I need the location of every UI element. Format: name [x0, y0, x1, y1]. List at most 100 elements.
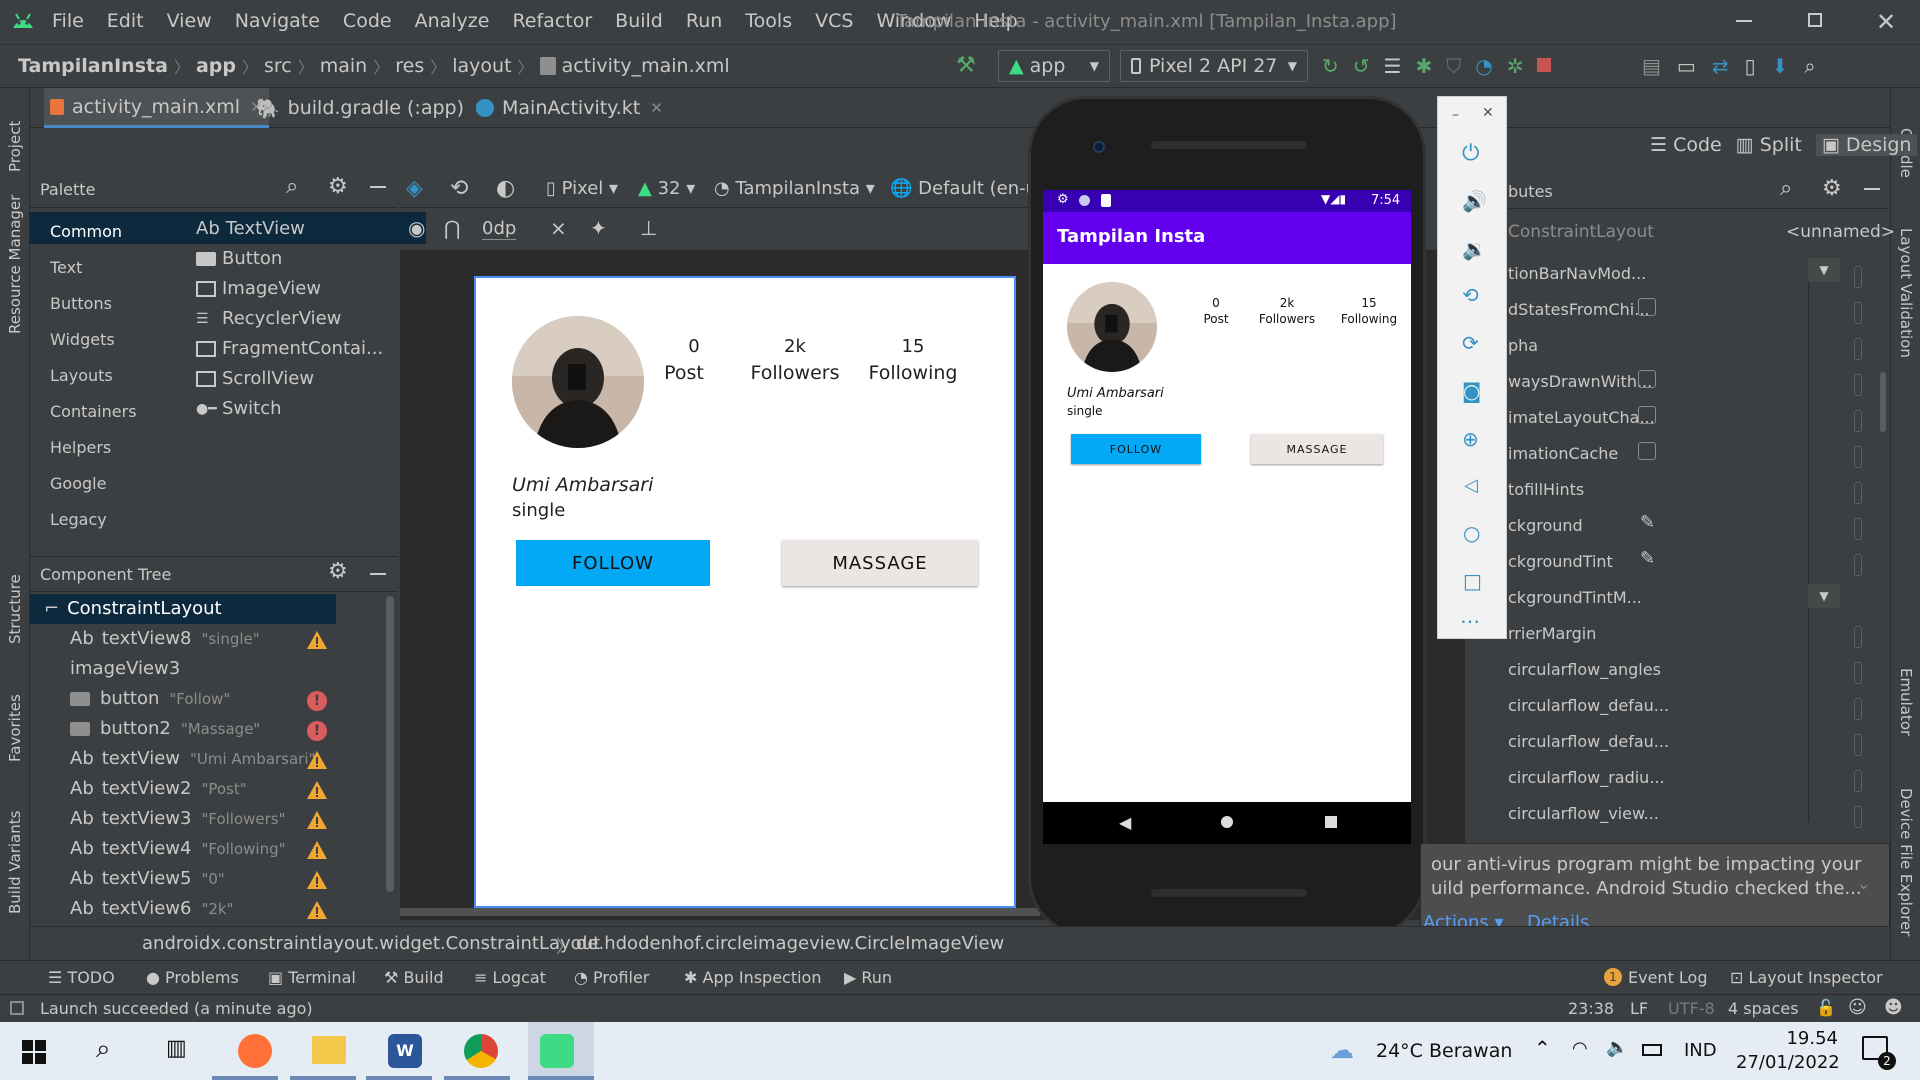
- palette-category-legacy[interactable]: Legacy: [50, 510, 107, 529]
- tool-problems[interactable]: ● Problems: [146, 968, 239, 987]
- toggle-tool-windows-icon[interactable]: [10, 1001, 24, 1015]
- follow-button[interactable]: FOLLOW: [1071, 434, 1201, 464]
- menu-vcs[interactable]: VCS: [815, 10, 853, 32]
- lock-icon[interactable]: 🔓: [1816, 998, 1836, 1017]
- indent-setting[interactable]: 4 spaces: [1728, 999, 1799, 1018]
- tab-mainactivity[interactable]: MainActivity.kt ✕: [476, 88, 663, 128]
- design-view-button[interactable]: ▣ Design: [1815, 134, 1918, 156]
- attr-row[interactable]: circularflow_angles: [1508, 660, 1661, 679]
- warning-icon[interactable]: [306, 810, 328, 830]
- attr-reference-button[interactable]: [1854, 518, 1862, 540]
- eyedropper-icon[interactable]: ✎: [1640, 512, 1655, 533]
- warning-icon[interactable]: [306, 900, 328, 920]
- volume-up-icon[interactable]: 🔊: [1462, 189, 1487, 213]
- module-selector[interactable]: ▲ app ▼: [998, 50, 1110, 82]
- palette-item-recyclerview[interactable]: ☰ RecyclerView: [196, 308, 341, 329]
- infer-constraints-icon[interactable]: ✦: [590, 216, 607, 240]
- word-icon[interactable]: W: [388, 1034, 422, 1068]
- hide-panel-icon[interactable]: [370, 186, 386, 188]
- attributes-scrollbar[interactable]: [1880, 372, 1886, 432]
- guidelines-icon[interactable]: ⊥: [640, 216, 657, 240]
- theme-dropdown[interactable]: ◔ TampilanInsta ▾: [714, 178, 875, 199]
- minimize-icon[interactable]: [1736, 20, 1752, 22]
- attr-reference-button[interactable]: [1854, 770, 1862, 792]
- file-explorer-icon[interactable]: [312, 1036, 346, 1064]
- weather-icon[interactable]: ☁: [1330, 1036, 1354, 1064]
- tree-node-imageview3[interactable]: imageView3: [70, 658, 180, 679]
- tree-node-textview2[interactable]: Ab textView2 "Post": [70, 778, 247, 799]
- cursor-position[interactable]: 23:38: [1568, 999, 1614, 1018]
- eye-icon[interactable]: ◉: [408, 216, 425, 240]
- attr-reference-button[interactable]: [1854, 734, 1862, 756]
- tree-node-button2[interactable]: button2 "Massage": [70, 718, 260, 739]
- chrome-icon[interactable]: [464, 1034, 498, 1068]
- palette-item-switch[interactable]: ●━ Switch: [196, 398, 282, 419]
- tree-node-textview8[interactable]: Ab textView8 "single": [70, 628, 260, 649]
- attr-row[interactable]: dStatesFromChi...: [1508, 300, 1650, 319]
- code-view-button[interactable]: ☰ Code: [1650, 134, 1722, 156]
- zoom-icon[interactable]: ⊕: [1462, 427, 1479, 451]
- menu-navigate[interactable]: Navigate: [235, 10, 320, 32]
- boolean-toggle-icon[interactable]: [1638, 298, 1656, 316]
- boolean-toggle-icon[interactable]: [1638, 370, 1656, 388]
- favorites-tool-label[interactable]: Favorites: [6, 694, 24, 762]
- split-view-button[interactable]: ▥ Split: [1736, 134, 1802, 156]
- clock-time[interactable]: 19.54: [1762, 1028, 1838, 1049]
- tool-profiler[interactable]: ◔ Profiler: [574, 968, 649, 987]
- attr-reference-button[interactable]: [1854, 698, 1862, 720]
- attr-reference-button[interactable]: [1854, 302, 1862, 324]
- emulator-screen[interactable]: ⚙ ▼◢▮ 7:54 Tampilan Insta 0 Post 2k Foll…: [1043, 190, 1411, 802]
- default-margin-field[interactable]: 0dp: [482, 218, 517, 240]
- follow-button[interactable]: FOLLOW: [516, 540, 710, 586]
- palette-item-textview[interactable]: Ab TextView: [196, 218, 305, 239]
- attr-reference-button[interactable]: [1854, 554, 1862, 576]
- tool-terminal[interactable]: ▣ Terminal: [268, 968, 356, 987]
- attr-row[interactable]: ckground: [1508, 516, 1583, 535]
- more-icon[interactable]: ⋯: [1460, 609, 1480, 633]
- tree-node-textview[interactable]: Ab textView "Umi Ambarsari": [70, 748, 315, 769]
- clear-constraints-icon[interactable]: ⨯: [550, 216, 567, 240]
- volume-icon[interactable]: 🔈: [1606, 1037, 1628, 1058]
- profile-icon[interactable]: ◔: [1475, 54, 1492, 78]
- tab-build-gradle[interactable]: 🐘 build.gradle (:app) ✕: [256, 88, 487, 128]
- orientation-icon[interactable]: ⟲: [450, 176, 468, 201]
- input-language[interactable]: IND: [1684, 1040, 1717, 1061]
- stop-icon[interactable]: [1537, 58, 1552, 72]
- hide-panel-icon[interactable]: [1864, 188, 1880, 190]
- menu-view[interactable]: View: [167, 10, 212, 32]
- attr-reference-button[interactable]: [1854, 338, 1862, 360]
- overview-icon[interactable]: □: [1463, 569, 1482, 593]
- debug-icon[interactable]: ✱: [1415, 54, 1432, 78]
- close-icon[interactable]: ✕: [1876, 8, 1896, 36]
- device-manager-icon[interactable]: ▯: [1745, 54, 1756, 78]
- menu-code[interactable]: Code: [343, 10, 392, 32]
- palette-category-buttons[interactable]: Buttons: [50, 294, 112, 313]
- attr-reference-button[interactable]: [1854, 806, 1862, 828]
- dropdown-arrow-icon[interactable]: ▼: [1808, 584, 1840, 608]
- attr-reference-button[interactable]: [1854, 374, 1862, 396]
- warning-icon[interactable]: [306, 750, 328, 770]
- rotate-right-icon[interactable]: ⟳: [1462, 331, 1479, 355]
- layout-validation-tool-label[interactable]: Layout Validation: [1897, 228, 1915, 358]
- profile-image[interactable]: [512, 316, 644, 448]
- tree-node-button[interactable]: button "Follow": [70, 688, 230, 709]
- palette-category-containers[interactable]: Containers: [50, 402, 137, 421]
- overview-icon[interactable]: [1325, 816, 1337, 828]
- night-mode-icon[interactable]: ◐: [496, 176, 515, 201]
- shield-icon[interactable]: ⛉: [1446, 54, 1461, 78]
- palette-item-fragmentcontainer[interactable]: FragmentContai...: [196, 338, 383, 359]
- android-studio-taskbar-icon[interactable]: [540, 1034, 574, 1068]
- rerun-icon[interactable]: ↻: [1322, 54, 1339, 78]
- massage-button[interactable]: MASSAGE: [1251, 434, 1383, 464]
- smiley-icon[interactable]: ☺: [1848, 997, 1867, 1018]
- massage-button[interactable]: MASSAGE: [782, 540, 978, 586]
- attr-reference-button[interactable]: [1854, 482, 1862, 504]
- api-dropdown[interactable]: ▲ 32 ▾: [638, 178, 695, 199]
- palette-category-google[interactable]: Google: [50, 474, 106, 493]
- breadcrumb-file[interactable]: activity_main.xml: [562, 55, 730, 77]
- tool-run[interactable]: ▶ Run: [844, 968, 892, 987]
- attr-row[interactable]: ckgroundTint: [1508, 552, 1613, 571]
- dropdown-arrow-icon[interactable]: ▼: [1808, 258, 1840, 282]
- apply-code-changes-icon[interactable]: ☰: [1384, 54, 1402, 78]
- attr-row[interactable]: rrierMargin: [1508, 624, 1596, 643]
